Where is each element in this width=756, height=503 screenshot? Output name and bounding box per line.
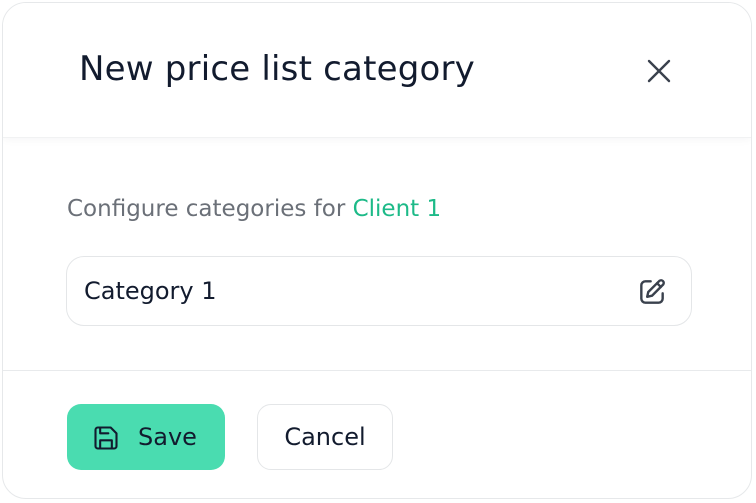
subtitle-prefix: Configure categories for	[67, 196, 346, 222]
edit-button[interactable]	[635, 275, 669, 309]
close-button[interactable]	[641, 53, 677, 89]
save-icon	[94, 426, 118, 450]
edit-icon	[640, 279, 665, 304]
client-name: Client 1	[352, 196, 442, 222]
dialog-subtitle: Configure categories for Client 1	[67, 196, 441, 222]
save-label: Save	[138, 423, 197, 451]
category-value: Category 1	[84, 277, 217, 305]
new-category-dialog: New price list category Configure catego…	[2, 2, 752, 499]
footer-divider	[3, 370, 751, 371]
dialog-title: New price list category	[79, 49, 475, 89]
category-field[interactable]: Category 1	[66, 256, 692, 326]
cancel-button[interactable]: Cancel	[257, 404, 393, 470]
save-button[interactable]: Save	[67, 404, 225, 470]
close-icon	[647, 59, 671, 83]
cancel-label: Cancel	[284, 423, 366, 451]
dialog-header: New price list category	[3, 3, 751, 138]
